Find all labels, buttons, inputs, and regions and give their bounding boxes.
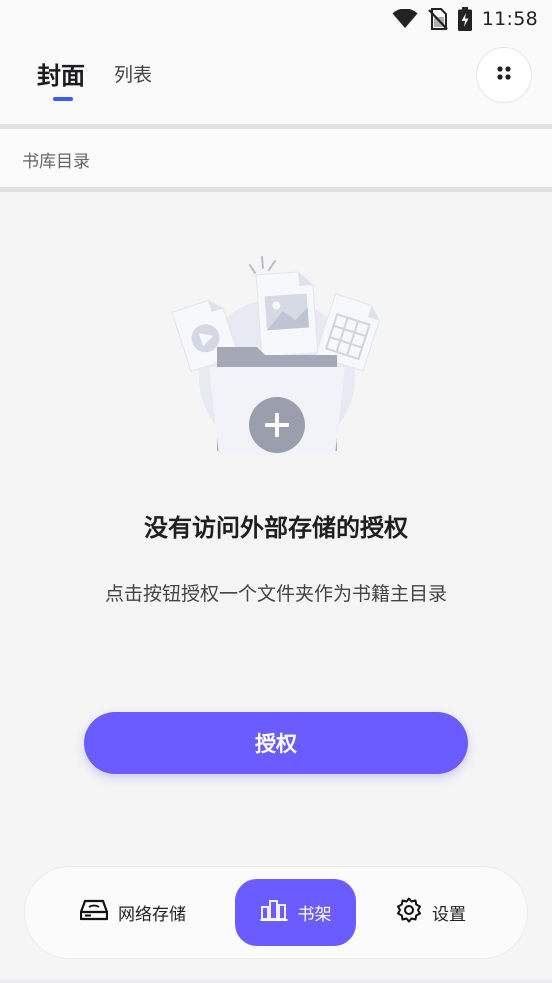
breadcrumb-divider (0, 187, 552, 192)
nav-network-storage[interactable]: 网络存储 (79, 879, 186, 946)
breadcrumb-bar: 书库目录 (0, 129, 552, 187)
no-sim-icon (427, 8, 448, 30)
nav-bookshelf-label: 书架 (297, 905, 332, 925)
clock: 11:58 (481, 8, 538, 30)
nav-settings[interactable]: 设置 (396, 879, 466, 946)
nav-settings-label: 设置 (432, 905, 466, 925)
gesture-bar-area (0, 979, 552, 983)
tab-list[interactable]: 列表 (114, 60, 152, 87)
status-bar: 11:58 (0, 0, 552, 38)
top-header: 封面 列表 (0, 38, 552, 124)
nav-network-storage-label: 网络存储 (118, 905, 186, 925)
folder-with-files-plus-icon (165, 255, 389, 465)
breadcrumb[interactable]: 书库目录 (22, 147, 90, 172)
authorize-button[interactable]: 授权 (84, 712, 468, 774)
bottom-navigation: 网络存储 书架 设置 (24, 866, 528, 959)
tab-cover[interactable]: 封面 (37, 56, 85, 91)
battery-charging-icon (457, 7, 472, 31)
nav-bookshelf[interactable]: 书架 (235, 879, 356, 946)
empty-state-description: 点击按钮授权一个文件夹作为书籍主目录 (104, 583, 447, 605)
gear-icon (396, 897, 422, 928)
bookshelf-icon (260, 898, 288, 927)
wifi-icon (392, 9, 418, 29)
dots-grid-icon (495, 64, 513, 86)
active-tab-indicator (53, 97, 73, 101)
more-menu-button[interactable] (476, 47, 532, 103)
network-drive-icon (79, 898, 109, 927)
empty-state-title: 没有访问外部存储的授权 (144, 514, 408, 542)
